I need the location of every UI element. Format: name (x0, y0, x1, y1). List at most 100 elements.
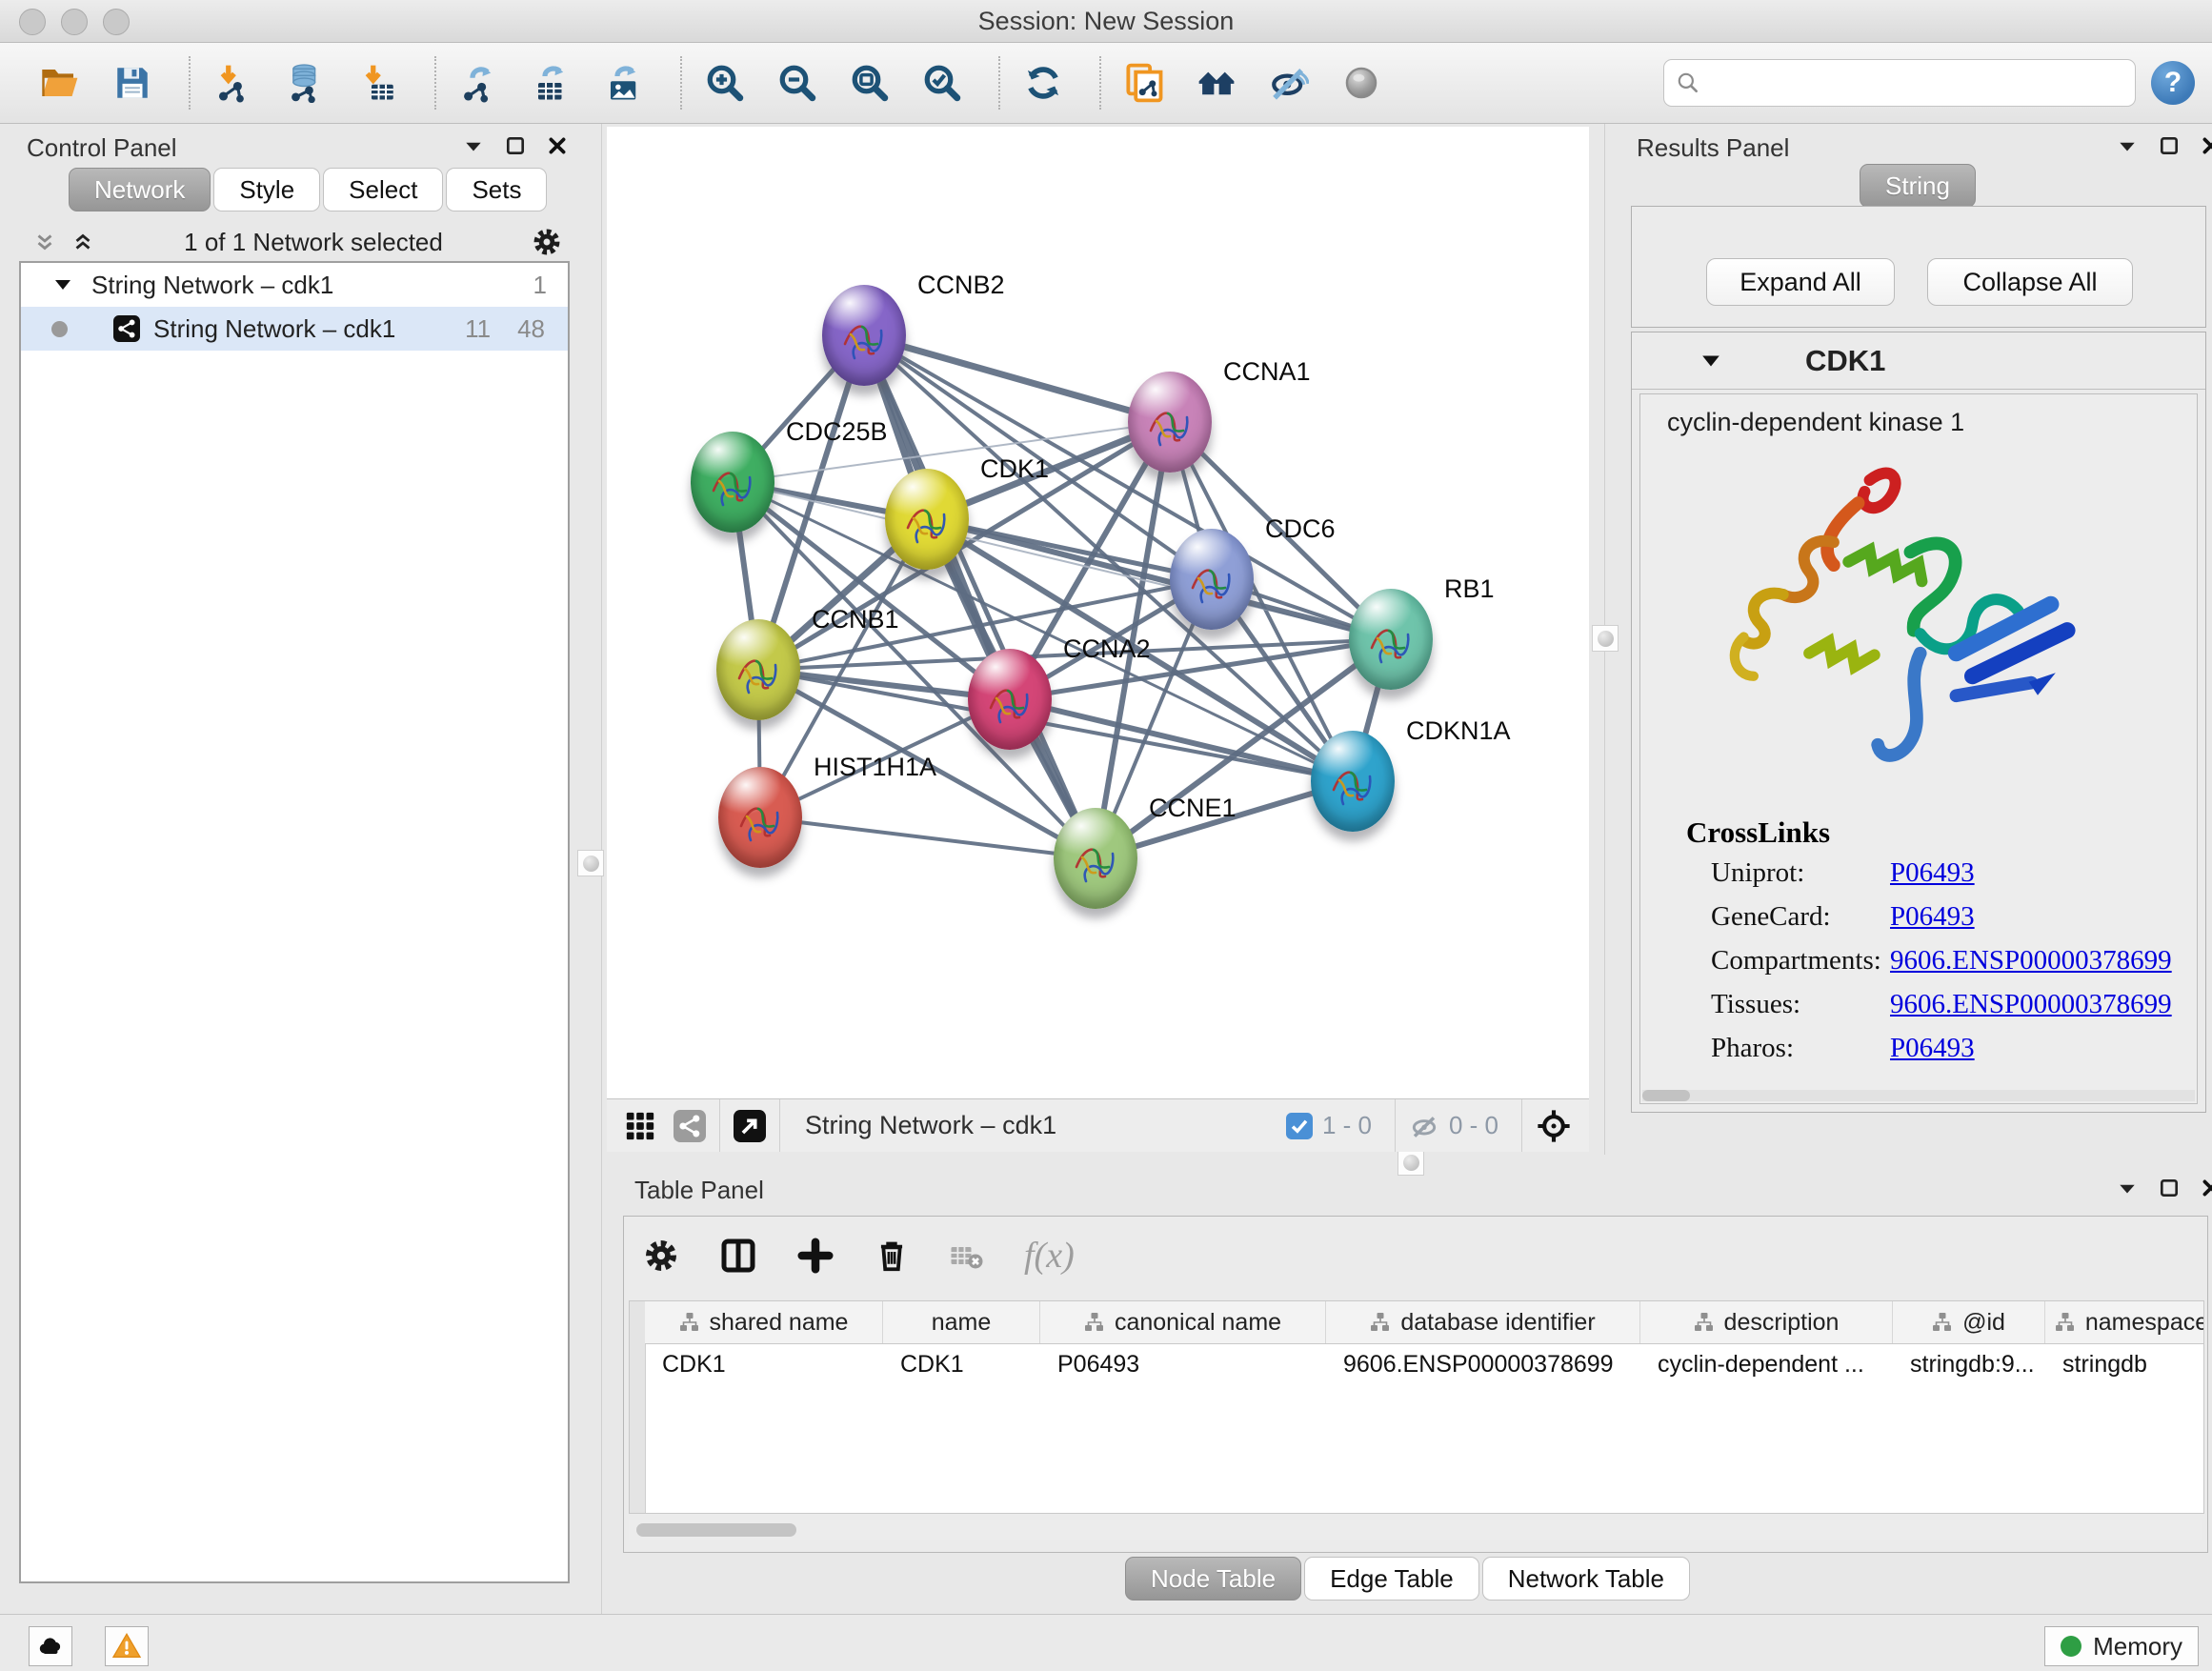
bottom-splitter-handle[interactable] (1398, 1149, 1424, 1176)
table-cell[interactable]: cyclin-dependent ... (1640, 1343, 1893, 1385)
column-label: description (1724, 1309, 1840, 1337)
add-column-icon[interactable] (797, 1238, 834, 1274)
maximize-panel-icon[interactable] (2159, 1178, 2180, 1198)
column-header-canonical-name[interactable]: canonical name (1040, 1301, 1326, 1343)
gene-caret-icon[interactable] (1700, 351, 1721, 372)
tab-sets[interactable]: Sets (446, 168, 547, 211)
network-row[interactable]: String Network – cdk1 11 48 (21, 307, 568, 351)
table-cell[interactable]: stringdb:9... (1893, 1343, 2045, 1385)
network-canvas[interactable]: CCNB2CCNA1CDC25BCDK1CDC6RB1CCNB1CCNA2CDK… (607, 127, 1589, 1098)
table-horizontal-scrollbar[interactable] (629, 1520, 2202, 1540)
tab-style[interactable]: Style (213, 168, 320, 211)
expand-all-button[interactable]: Expand All (1706, 258, 1895, 306)
float-panel-icon[interactable] (463, 135, 484, 156)
zoom-selected-icon[interactable] (918, 59, 966, 107)
tab-network[interactable]: Network (69, 168, 211, 211)
hidden-eye-icon[interactable] (1409, 1111, 1439, 1141)
left-splitter-handle[interactable] (577, 850, 604, 876)
expand-all-icon[interactable] (70, 230, 95, 254)
crosslink-link[interactable]: P06493 (1890, 901, 1975, 945)
crosshair-icon[interactable] (1536, 1108, 1572, 1144)
crosslink-link[interactable]: P06493 (1890, 1033, 1975, 1077)
maximize-panel-icon[interactable] (505, 135, 526, 156)
table-cell[interactable]: stringdb (2045, 1343, 2204, 1385)
network-node-RB1[interactable] (1349, 589, 1433, 690)
column-header-shared-name[interactable]: shared name (645, 1301, 883, 1343)
network-options-gear-icon[interactable] (532, 227, 562, 257)
network-node-CCNB2[interactable] (822, 285, 906, 386)
crosslink-link[interactable]: 9606.ENSP00000378699 (1890, 945, 2172, 989)
float-panel-icon[interactable] (2117, 1178, 2138, 1198)
network-node-CCNA2[interactable] (968, 649, 1052, 750)
help-icon[interactable]: ? (2151, 61, 2195, 105)
close-panel-icon[interactable] (2201, 1178, 2212, 1198)
cloud-button[interactable] (29, 1626, 72, 1666)
table-cell[interactable]: 9606.ENSP00000378699 (1326, 1343, 1640, 1385)
home-networks-icon[interactable] (1193, 59, 1240, 107)
collapse-all-icon[interactable] (32, 230, 57, 254)
crosslink-link[interactable]: 9606.ENSP00000378699 (1890, 989, 2172, 1033)
save-session-icon[interactable] (109, 59, 156, 107)
table-cell[interactable]: CDK1 (645, 1343, 883, 1385)
export-table-icon[interactable] (528, 59, 575, 107)
zoom-in-icon[interactable] (701, 59, 749, 107)
network-node-CDK1[interactable] (885, 469, 969, 570)
network-node-CCNA1[interactable] (1128, 372, 1212, 473)
table-options-gear-icon[interactable] (643, 1238, 679, 1274)
network-node-CDKN1A[interactable] (1311, 731, 1395, 832)
tab-network-table[interactable]: Network Table (1482, 1557, 1690, 1601)
table-cell[interactable]: CDK1 (883, 1343, 1040, 1385)
memory-button[interactable]: Memory (2044, 1626, 2199, 1666)
maximize-panel-icon[interactable] (2159, 135, 2180, 156)
network-collection-row[interactable]: String Network – cdk1 1 (21, 263, 568, 307)
network-node-CDC6[interactable] (1170, 529, 1254, 630)
network-view-icon[interactable] (674, 1110, 706, 1142)
open-session-icon[interactable] (36, 59, 84, 107)
warnings-button[interactable] (105, 1626, 149, 1666)
import-network-icon[interactable] (210, 59, 257, 107)
collection-caret-icon[interactable] (53, 275, 72, 294)
delete-column-icon[interactable] (874, 1238, 910, 1274)
crosslink-link[interactable]: P06493 (1890, 857, 1975, 901)
export-image-icon[interactable] (600, 59, 648, 107)
table-row[interactable]: CDK1CDK1P064939606.ENSP00000378699cyclin… (645, 1343, 2204, 1385)
network-node-CCNE1[interactable] (1054, 808, 1137, 909)
tab-node-table[interactable]: Node Table (1125, 1557, 1301, 1601)
birdseye-view-icon[interactable] (734, 1110, 766, 1142)
float-panel-icon[interactable] (2117, 135, 2138, 156)
close-panel-icon[interactable] (547, 135, 568, 156)
network-node-CDC25B[interactable] (691, 432, 774, 533)
column-header-namespace[interactable]: namespace (2045, 1301, 2204, 1343)
tab-string[interactable]: String (1860, 164, 1976, 208)
scrollbar-thumb[interactable] (636, 1523, 796, 1537)
table-row-gutter (630, 1301, 646, 1513)
toolbar-search[interactable] (1663, 59, 2136, 107)
column-header-database-identifier[interactable]: database identifier (1326, 1301, 1640, 1343)
refresh-icon[interactable] (1019, 59, 1067, 107)
network-node-HIST1H1A[interactable] (718, 767, 802, 868)
column-header--id[interactable]: @id (1893, 1301, 2045, 1343)
network-edge[interactable] (760, 817, 1096, 858)
zoom-fit-icon[interactable] (846, 59, 894, 107)
gene-section-header[interactable]: CDK1 (1632, 332, 2205, 390)
export-network-icon[interactable] (455, 59, 503, 107)
network-node-CCNB1[interactable] (716, 619, 800, 720)
column-header-description[interactable]: description (1640, 1301, 1893, 1343)
close-panel-icon[interactable] (2201, 135, 2212, 156)
tab-edge-table[interactable]: Edge Table (1304, 1557, 1479, 1601)
column-header-name[interactable]: name (883, 1301, 1040, 1343)
import-network-from-database-icon[interactable] (282, 59, 330, 107)
grid-view-icon[interactable] (624, 1110, 656, 1142)
string-import-icon[interactable] (1120, 59, 1168, 107)
show-columns-icon[interactable] (719, 1237, 757, 1275)
table-cell[interactable]: P06493 (1040, 1343, 1326, 1385)
search-input[interactable] (1708, 69, 2123, 97)
hide-unhide-icon[interactable] (1265, 59, 1313, 107)
details-scrollbar[interactable] (1642, 1090, 2195, 1101)
tab-select[interactable]: Select (323, 168, 443, 211)
import-table-icon[interactable] (354, 59, 402, 107)
selected-checkbox-icon[interactable] (1286, 1113, 1313, 1139)
right-splitter-handle[interactable] (1592, 625, 1619, 652)
collapse-all-button[interactable]: Collapse All (1927, 258, 2133, 306)
zoom-out-icon[interactable] (774, 59, 821, 107)
